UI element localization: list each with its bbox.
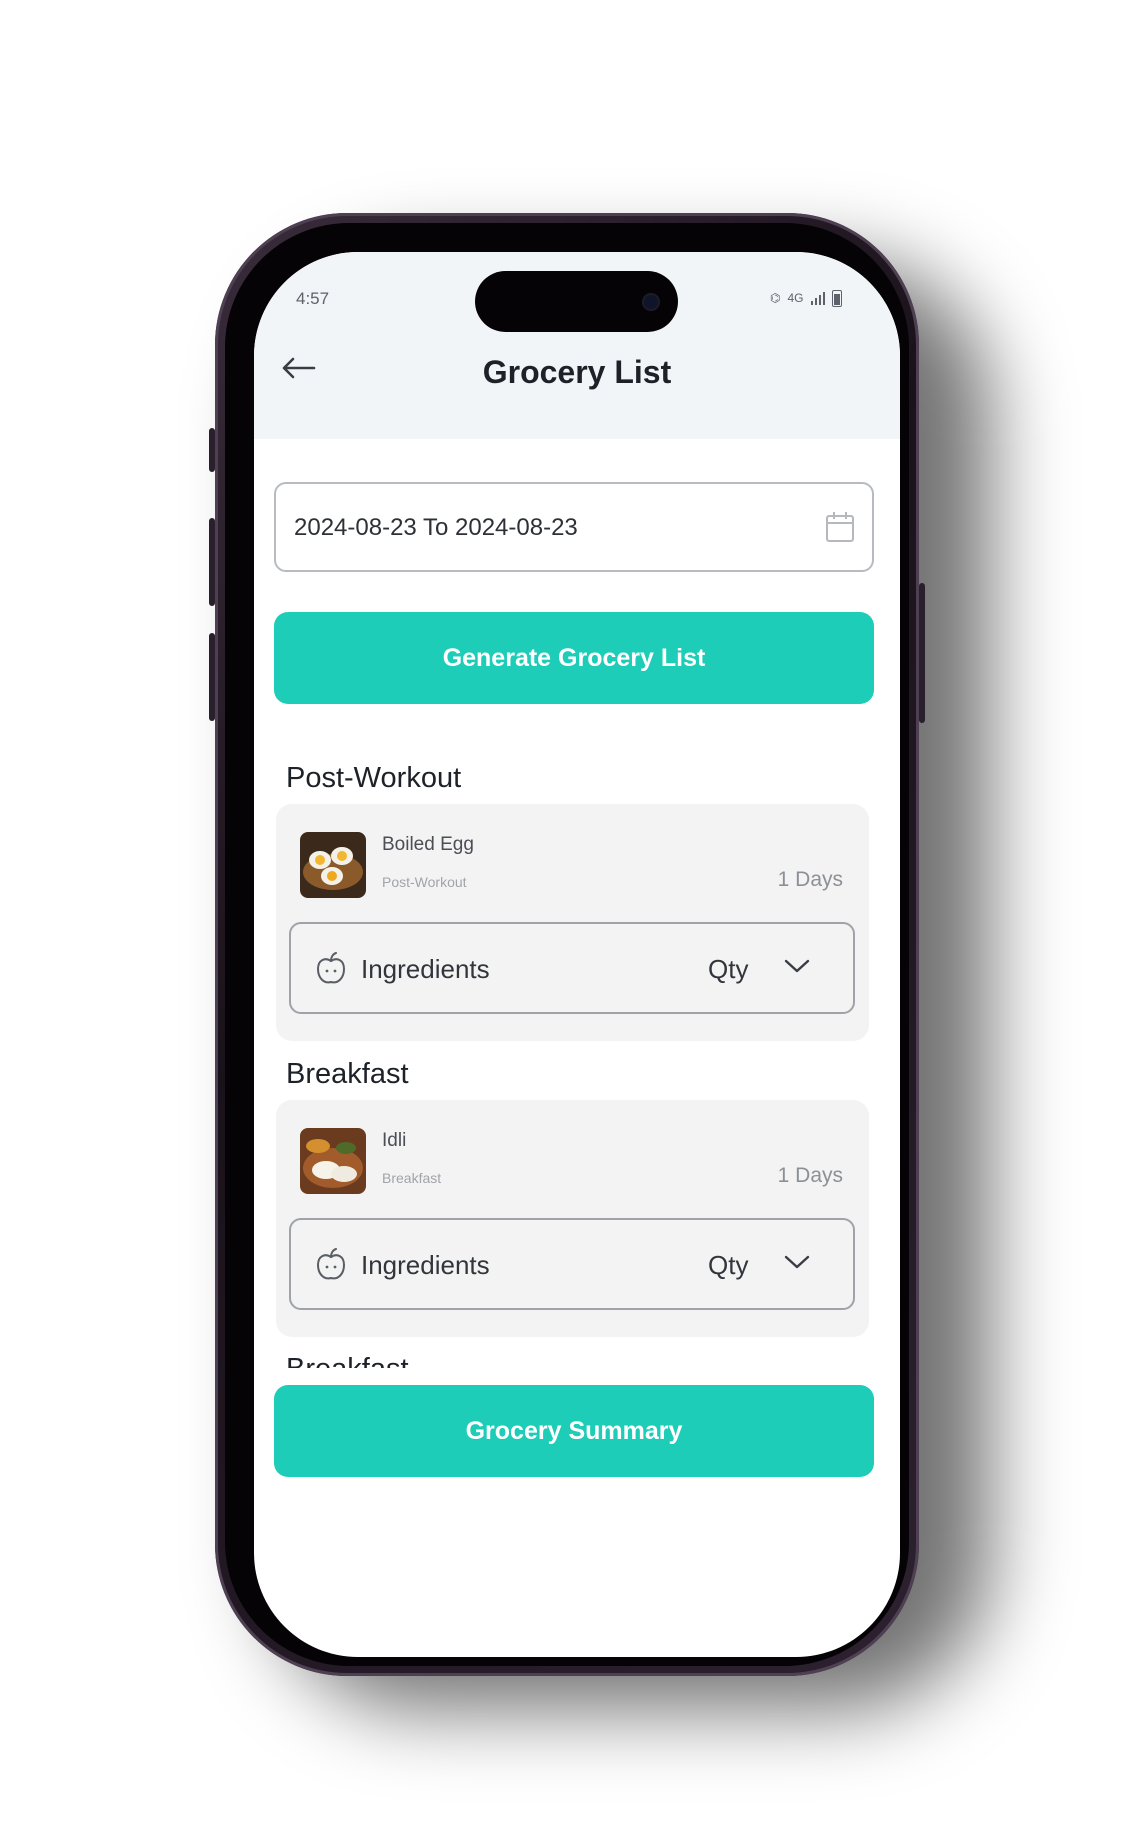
ingredients-dropdown[interactable]: Ingredients Qty	[289, 922, 855, 1014]
page-title: Grocery List	[482, 354, 672, 390]
calendar-icon[interactable]	[824, 510, 856, 544]
section-title-post-workout: Post-Workout	[286, 762, 462, 794]
qty-label: Qty	[708, 954, 749, 984]
date-range-field[interactable]: 2024-08-23 To 2024-08-23	[274, 482, 874, 572]
item-name: Boiled Egg	[382, 834, 474, 855]
meal-card-idli[interactable]: Idli Breakfast 1 Days Ingredients Qty	[276, 1100, 869, 1337]
item-meal-type: Breakfast	[382, 1170, 442, 1186]
apple-icon	[316, 952, 346, 984]
item-days: 1 Days	[777, 1164, 843, 1187]
chevron-down-icon[interactable]	[783, 1252, 811, 1272]
item-meal-type: Post-Workout	[382, 874, 467, 890]
status-icons: ⌬ 4G	[770, 288, 870, 308]
phone-action-button	[209, 428, 215, 472]
app-header: 4:57 ⌬ 4G Grocery List	[254, 252, 900, 439]
ingredients-label: Ingredients	[361, 954, 490, 984]
phone-volume-up	[209, 518, 215, 606]
signal-icon	[810, 291, 825, 305]
ingredients-label: Ingredients	[361, 1250, 490, 1280]
camera-icon	[642, 293, 660, 311]
item-days: 1 Days	[777, 868, 843, 891]
network-label: 4G	[787, 291, 804, 305]
idli-image	[300, 1128, 366, 1194]
grocery-summary-button[interactable]: Grocery Summary	[274, 1385, 874, 1477]
item-name: Idli	[382, 1130, 407, 1151]
ingredients-dropdown[interactable]: Ingredients Qty	[289, 1218, 855, 1310]
status-time: 4:57	[296, 289, 330, 308]
apple-icon	[316, 1248, 346, 1280]
section-title-breakfast-partial: Breakfast	[286, 1352, 409, 1368]
date-range-value: 2024-08-23 To 2024-08-23	[294, 514, 578, 541]
meal-card-boiled-egg[interactable]: Boiled Egg Post-Workout 1 Days Ingredien…	[276, 804, 869, 1041]
wifi-icon: ⌬	[770, 291, 781, 305]
phone-power-button	[919, 583, 925, 723]
phone-volume-down	[209, 633, 215, 721]
qty-label: Qty	[708, 1250, 749, 1280]
dynamic-island	[475, 271, 678, 332]
battery-icon	[831, 289, 842, 307]
phone-frame: 4:57 ⌬ 4G Grocery List 2024-08-23 To 202…	[209, 213, 925, 1676]
app-screen: 4:57 ⌬ 4G Grocery List 2024-08-23 To 202…	[254, 252, 900, 1657]
generate-grocery-list-button[interactable]: Generate Grocery List	[274, 612, 874, 704]
chevron-down-icon[interactable]	[783, 956, 811, 976]
section-title-breakfast: Breakfast	[286, 1058, 409, 1090]
phone-bezel: 4:57 ⌬ 4G Grocery List 2024-08-23 To 202…	[225, 223, 909, 1666]
boiled-egg-image	[300, 832, 366, 898]
